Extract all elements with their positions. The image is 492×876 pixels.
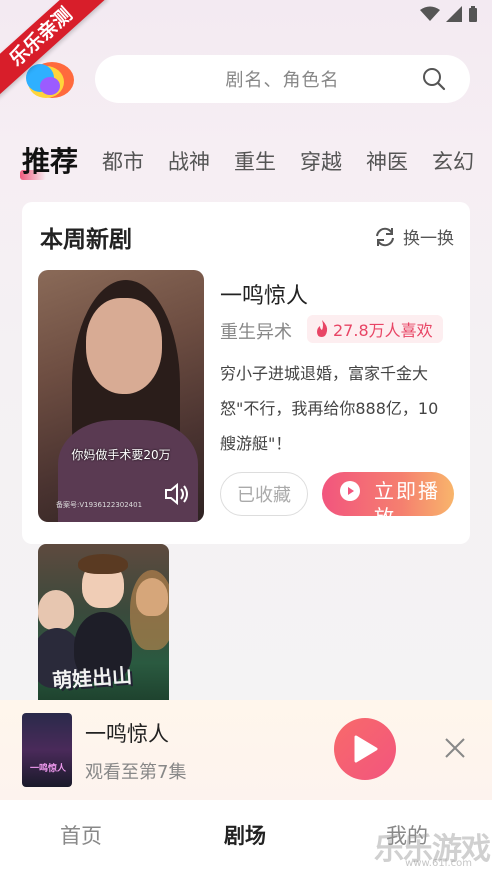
refresh-label: 换一换 — [403, 229, 454, 249]
tab-fantasy[interactable]: 玄幻 — [432, 146, 474, 184]
search-icon[interactable] — [422, 67, 446, 91]
tab-recommend[interactable]: 推荐 — [19, 140, 78, 184]
nav-theater[interactable]: 剧场 — [224, 820, 266, 850]
mini-player[interactable]: 一鸣惊人 一鸣惊人 观看至第7集 — [0, 700, 492, 800]
mini-player-progress: 观看至第7集 — [85, 762, 187, 783]
mini-player-thumbnail: 一鸣惊人 — [22, 713, 72, 787]
play-now-button[interactable]: 立即播放 — [322, 472, 454, 516]
refresh-button[interactable]: 换一换 — [373, 224, 454, 249]
search-bar[interactable]: 剧名、角色名 — [95, 55, 470, 103]
play-icon — [354, 735, 378, 763]
drama-genre: 重生异术 — [220, 322, 292, 343]
signal-icon — [446, 6, 462, 22]
play-now-label: 立即播放 — [374, 479, 440, 516]
second-drama-poster[interactable]: 萌娃出山 — [38, 544, 169, 714]
collected-button[interactable]: 已收藏 — [220, 472, 308, 516]
sound-icon[interactable] — [164, 482, 190, 506]
featured-poster[interactable]: 你妈做手术要20万 备案号:V1936122302401 — [38, 270, 204, 522]
likes-count: 27.8万人喜欢 — [333, 321, 433, 340]
mini-thumb-text: 一鸣惊人 — [30, 764, 67, 774]
play-icon — [340, 481, 360, 501]
drama-description: 穷小子进城退婚，富家千金大怒"不行，我再给你888亿，10艘游艇"！ — [220, 364, 439, 453]
mini-player-title: 一鸣惊人 — [85, 722, 169, 746]
search-input[interactable]: 剧名、角色名 — [226, 66, 340, 92]
mini-play-button[interactable] — [334, 718, 396, 780]
likes-badge: 27.8万人喜欢 — [307, 315, 443, 343]
nav-home[interactable]: 首页 — [60, 820, 102, 850]
tab-rebirth[interactable]: 重生 — [234, 146, 276, 184]
watermark-url: www.61l.com — [405, 858, 472, 869]
tab-time-travel[interactable]: 穿越 — [300, 146, 342, 184]
tab-war-god[interactable]: 战神 — [168, 146, 210, 184]
category-tabs: 推荐 都市 战神 重生 穿越 神医 玄幻 — [19, 136, 492, 184]
section-title: 本周新剧 — [40, 227, 132, 253]
drama-title[interactable]: 一鸣惊人 — [220, 278, 308, 310]
refresh-icon — [376, 227, 394, 246]
flame-icon — [317, 320, 328, 337]
tab-urban[interactable]: 都市 — [102, 146, 144, 184]
close-icon[interactable] — [444, 737, 466, 759]
poster-record-number: 备案号:V1936122302401 — [56, 501, 143, 509]
tab-doctor[interactable]: 神医 — [366, 146, 408, 184]
weekly-new-card: 本周新剧 换一换 你妈做手术要20万 备案号:V1936122302401 一鸣… — [22, 202, 470, 544]
poster-subtitle: 你妈做手术要20万 — [71, 448, 171, 462]
wifi-icon — [420, 6, 440, 21]
battery-icon — [469, 6, 477, 22]
second-poster-title: 萌娃出山 — [51, 663, 133, 693]
